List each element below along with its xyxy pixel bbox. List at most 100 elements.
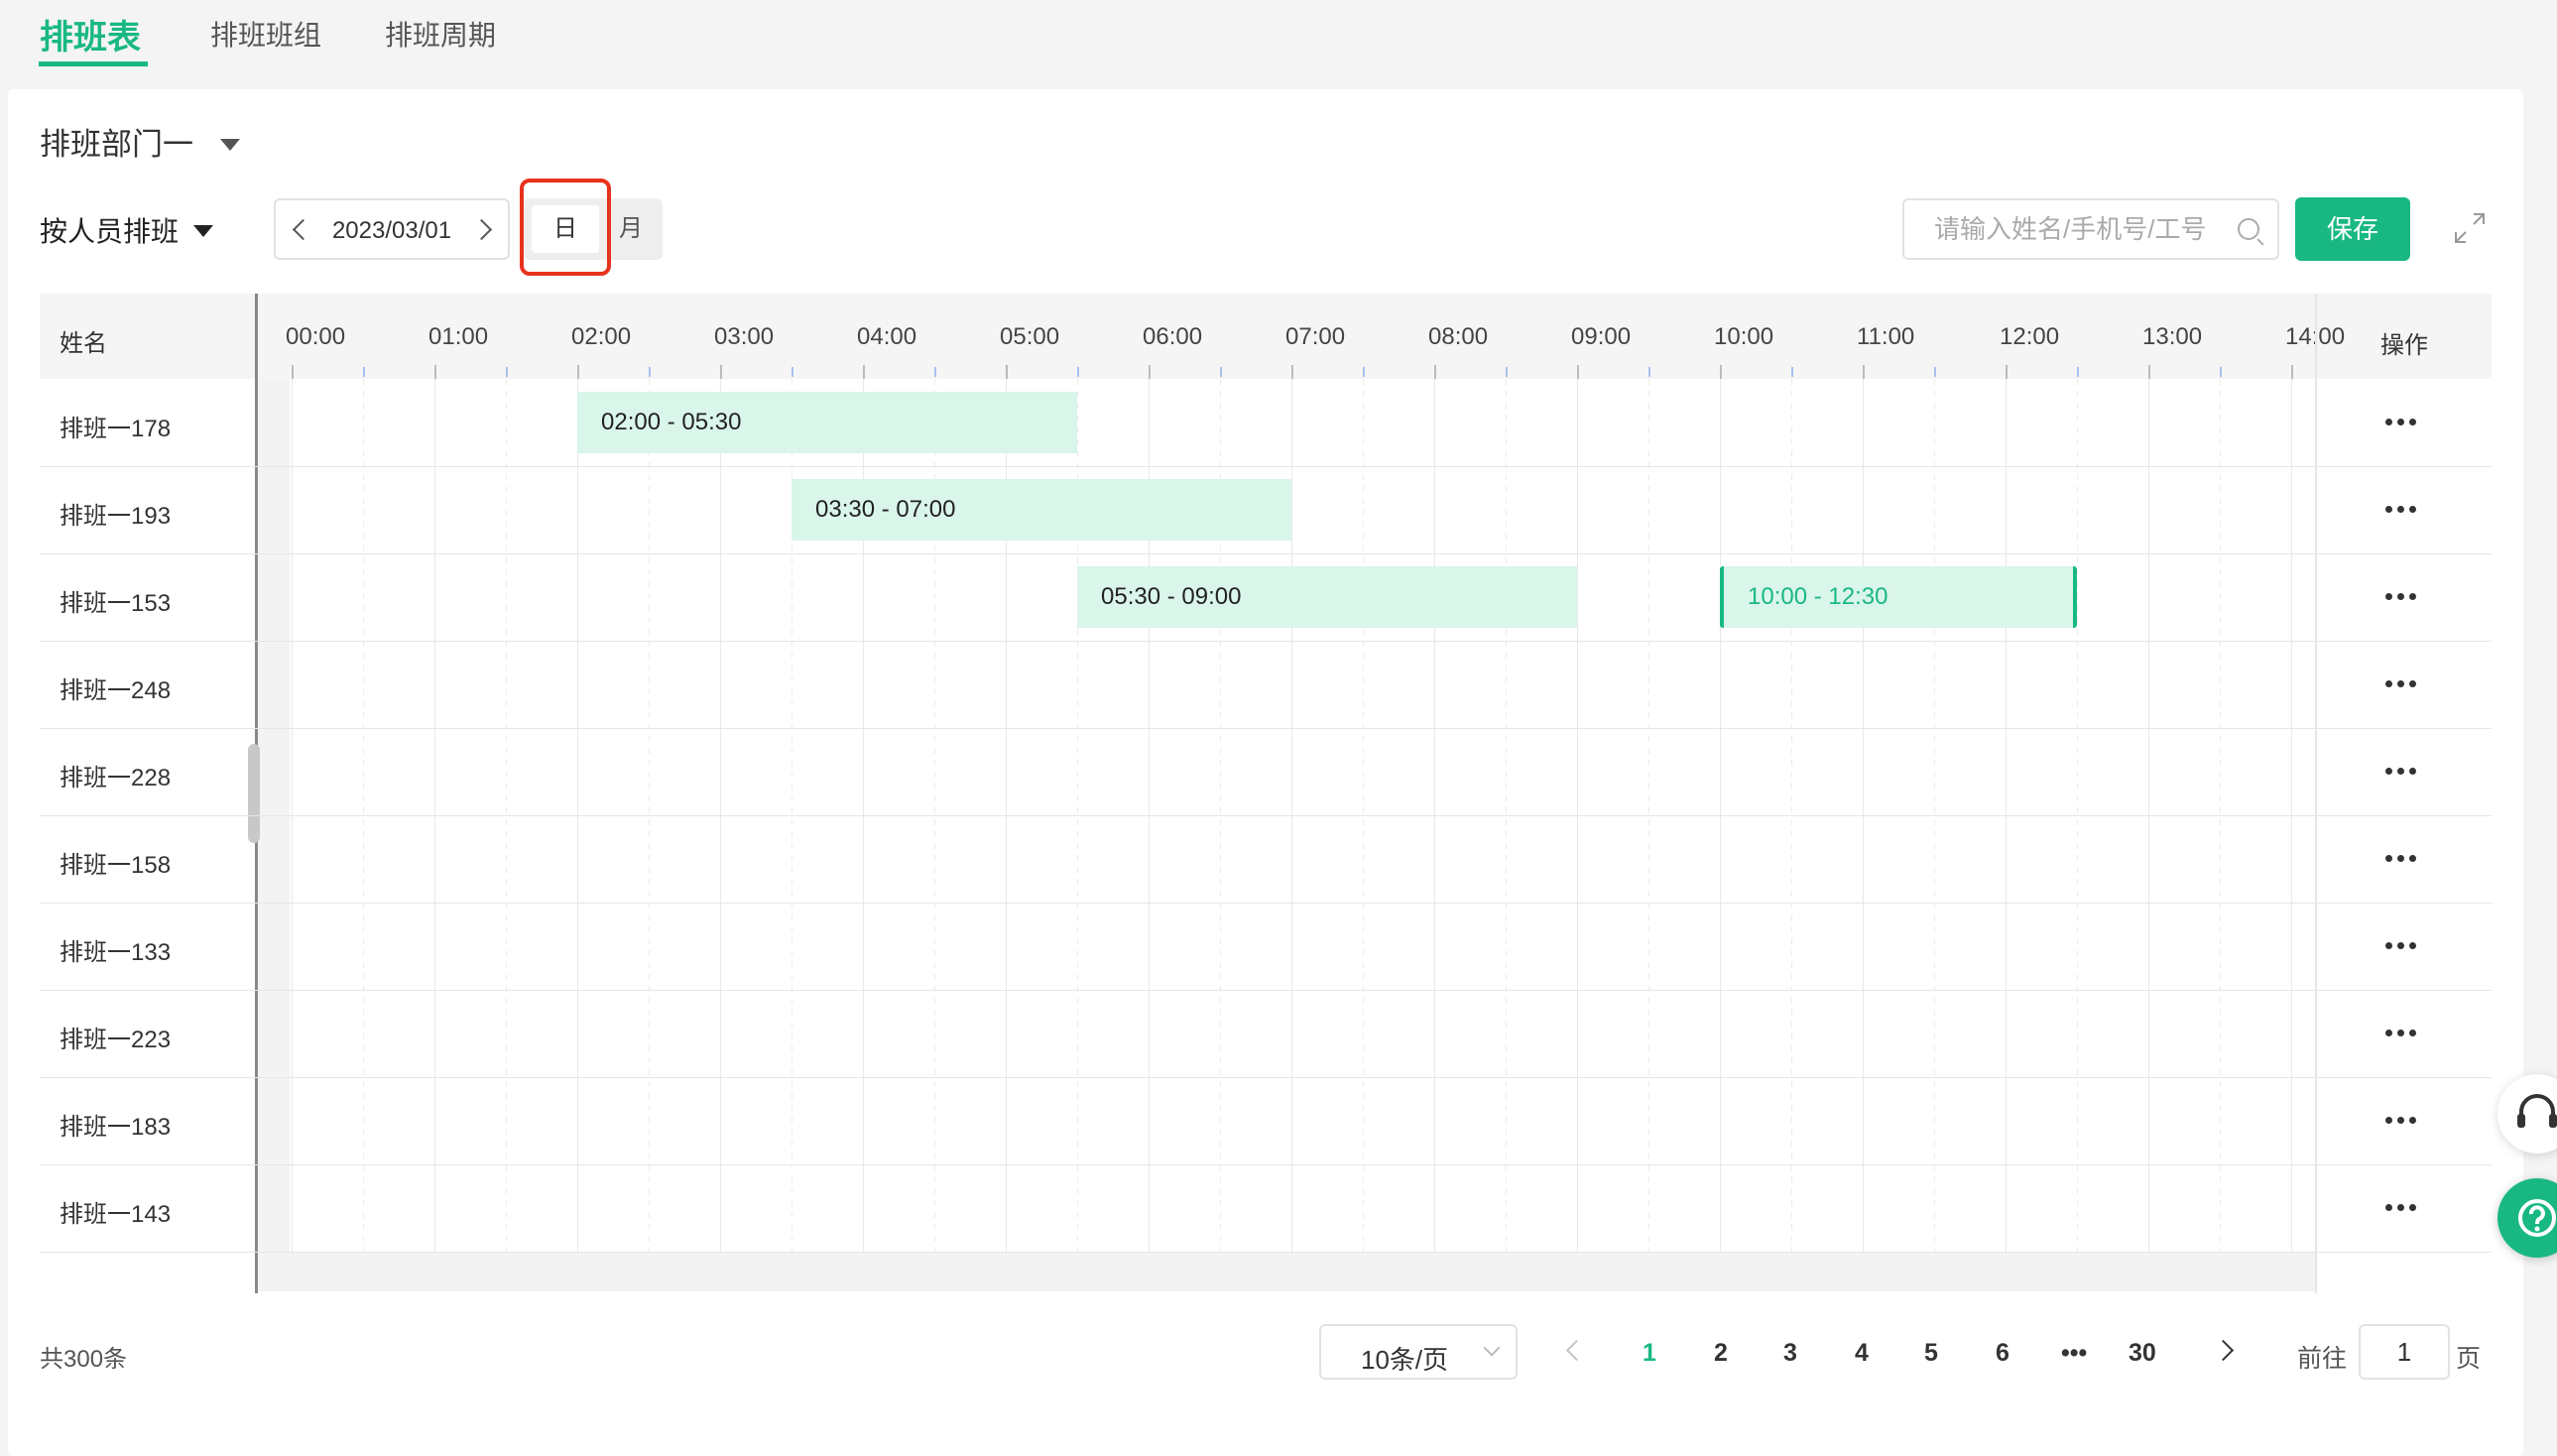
tab-schedule[interactable]: 排班表 — [40, 10, 141, 59]
page-number[interactable]: 6 — [1996, 1339, 2009, 1368]
fullscreen-icon[interactable] — [2450, 208, 2490, 248]
hour-tick — [1434, 365, 1436, 379]
more-dot — [2409, 680, 2416, 687]
more-icon[interactable] — [2385, 1115, 2421, 1125]
row-divider — [40, 641, 2492, 642]
page-number[interactable]: 5 — [1924, 1339, 1938, 1368]
caret-down-icon[interactable] — [220, 139, 240, 151]
more-dot — [2385, 768, 2392, 775]
tab-schedule-periods[interactable]: 排班周期 — [385, 14, 496, 54]
page-number[interactable]: 3 — [1783, 1339, 1797, 1368]
row-name: 排班一248 — [60, 677, 172, 704]
hour-label: 10:00 — [1714, 323, 1774, 350]
caret-down-icon[interactable] — [193, 225, 213, 237]
more-dot — [2385, 1030, 2392, 1036]
row-name: 排班一223 — [60, 1027, 172, 1053]
page-number[interactable]: 1 — [1643, 1339, 1656, 1368]
save-button[interactable]: 保存 — [2295, 197, 2410, 261]
half-hour-tick — [1363, 367, 1365, 377]
prev-page-icon[interactable] — [1561, 1337, 1585, 1365]
hour-label: 08:00 — [1428, 323, 1489, 350]
hour-tick — [2148, 365, 2150, 379]
tab-schedule-groups[interactable]: 排班班组 — [210, 14, 321, 54]
more-dot — [2385, 942, 2392, 949]
more-icon[interactable] — [2385, 940, 2421, 950]
row-divider — [40, 815, 2492, 816]
more-dot — [2397, 768, 2404, 775]
more-dot — [2409, 768, 2416, 775]
timeline-scrollbar-track[interactable] — [290, 1252, 2315, 1291]
more-icon[interactable] — [2385, 766, 2421, 776]
chevron-down-icon[interactable] — [1483, 1339, 1501, 1357]
more-dot — [2409, 419, 2416, 425]
hour-label: 13:00 — [2142, 323, 2203, 350]
hour-tick — [2291, 365, 2293, 379]
page-size-select[interactable]: 10条/页 — [1319, 1324, 1518, 1380]
row-name: 排班一158 — [60, 852, 172, 879]
view-month-button[interactable]: 月 — [611, 205, 651, 253]
row-divider — [40, 903, 2492, 904]
half-hour-tick — [934, 367, 936, 377]
more-dot — [2397, 680, 2404, 687]
page-ellipsis[interactable]: ••• — [2061, 1339, 2087, 1368]
more-dot — [2397, 506, 2404, 513]
more-dot — [2385, 680, 2392, 687]
department-select[interactable]: 排班部门一 — [40, 119, 193, 164]
more-icon[interactable] — [2385, 1202, 2421, 1212]
hour-label: 03:00 — [714, 323, 775, 350]
hour-label: 06:00 — [1143, 323, 1203, 350]
more-dot — [2397, 1204, 2404, 1211]
half-hour-tick — [1077, 367, 1079, 377]
more-icon[interactable] — [2385, 417, 2421, 426]
half-hour-tick — [1648, 367, 1650, 377]
more-icon[interactable] — [2385, 1028, 2421, 1037]
help-button[interactable] — [2497, 1178, 2557, 1258]
shift-block[interactable]: 03:30 - 07:00 — [791, 479, 1291, 541]
half-hour-tick — [649, 367, 651, 377]
hour-label: 04:00 — [857, 323, 917, 350]
customer-service-button[interactable] — [2497, 1074, 2557, 1153]
more-dot — [2385, 419, 2392, 425]
search-input[interactable] — [1904, 200, 2232, 258]
hour-label: 02:00 — [571, 323, 632, 350]
more-icon[interactable] — [2385, 504, 2421, 514]
hour-tick — [1863, 365, 1865, 379]
search-icon[interactable] — [2238, 218, 2259, 240]
vertical-scrollbar[interactable] — [248, 744, 260, 843]
date-picker[interactable]: 2023/03/01 — [274, 198, 510, 260]
half-hour-tick — [2077, 367, 2079, 377]
row-name: 排班一133 — [60, 939, 172, 966]
page-number[interactable]: 30 — [2129, 1339, 2156, 1368]
shift-block[interactable]: 02:00 - 05:30 — [577, 392, 1077, 453]
more-icon[interactable] — [2385, 853, 2421, 863]
grid-gutter — [258, 379, 290, 1291]
timeline-area — [290, 379, 2315, 1293]
hour-label: 00:00 — [286, 323, 346, 350]
more-dot — [2385, 1117, 2392, 1124]
more-dot — [2397, 1030, 2404, 1036]
row-divider — [40, 466, 2492, 467]
more-dot — [2397, 593, 2404, 600]
schedule-mode-select[interactable]: 按人员排班 — [40, 210, 179, 250]
hour-tick — [720, 365, 722, 379]
half-hour-tick — [506, 367, 508, 377]
hour-label: 05:00 — [1000, 323, 1060, 350]
ops-column-divider — [2315, 294, 2317, 1293]
page-size-value[interactable]: 10条/页 — [1361, 1340, 1448, 1377]
top-tab-bar: 排班表 排班班组 排班周期 — [0, 0, 2557, 87]
hour-tick — [1291, 365, 1293, 379]
more-icon[interactable] — [2385, 591, 2421, 601]
hour-label: 12:00 — [2000, 323, 2060, 350]
half-hour-tick — [791, 367, 793, 377]
goto-page-input[interactable] — [2359, 1324, 2450, 1380]
hour-label: 07:00 — [1285, 323, 1346, 350]
goto-suffix: 页 — [2456, 1345, 2482, 1373]
next-page-icon[interactable] — [2214, 1337, 2238, 1365]
page-number[interactable]: 4 — [1855, 1339, 1869, 1368]
chevron-right-icon[interactable] — [470, 214, 498, 246]
half-hour-tick — [2220, 367, 2222, 377]
shift-block[interactable]: 10:00 - 12:30 — [1720, 566, 2077, 628]
page-number[interactable]: 2 — [1714, 1339, 1728, 1368]
shift-block[interactable]: 05:30 - 09:00 — [1077, 566, 1577, 628]
more-icon[interactable] — [2385, 678, 2421, 688]
